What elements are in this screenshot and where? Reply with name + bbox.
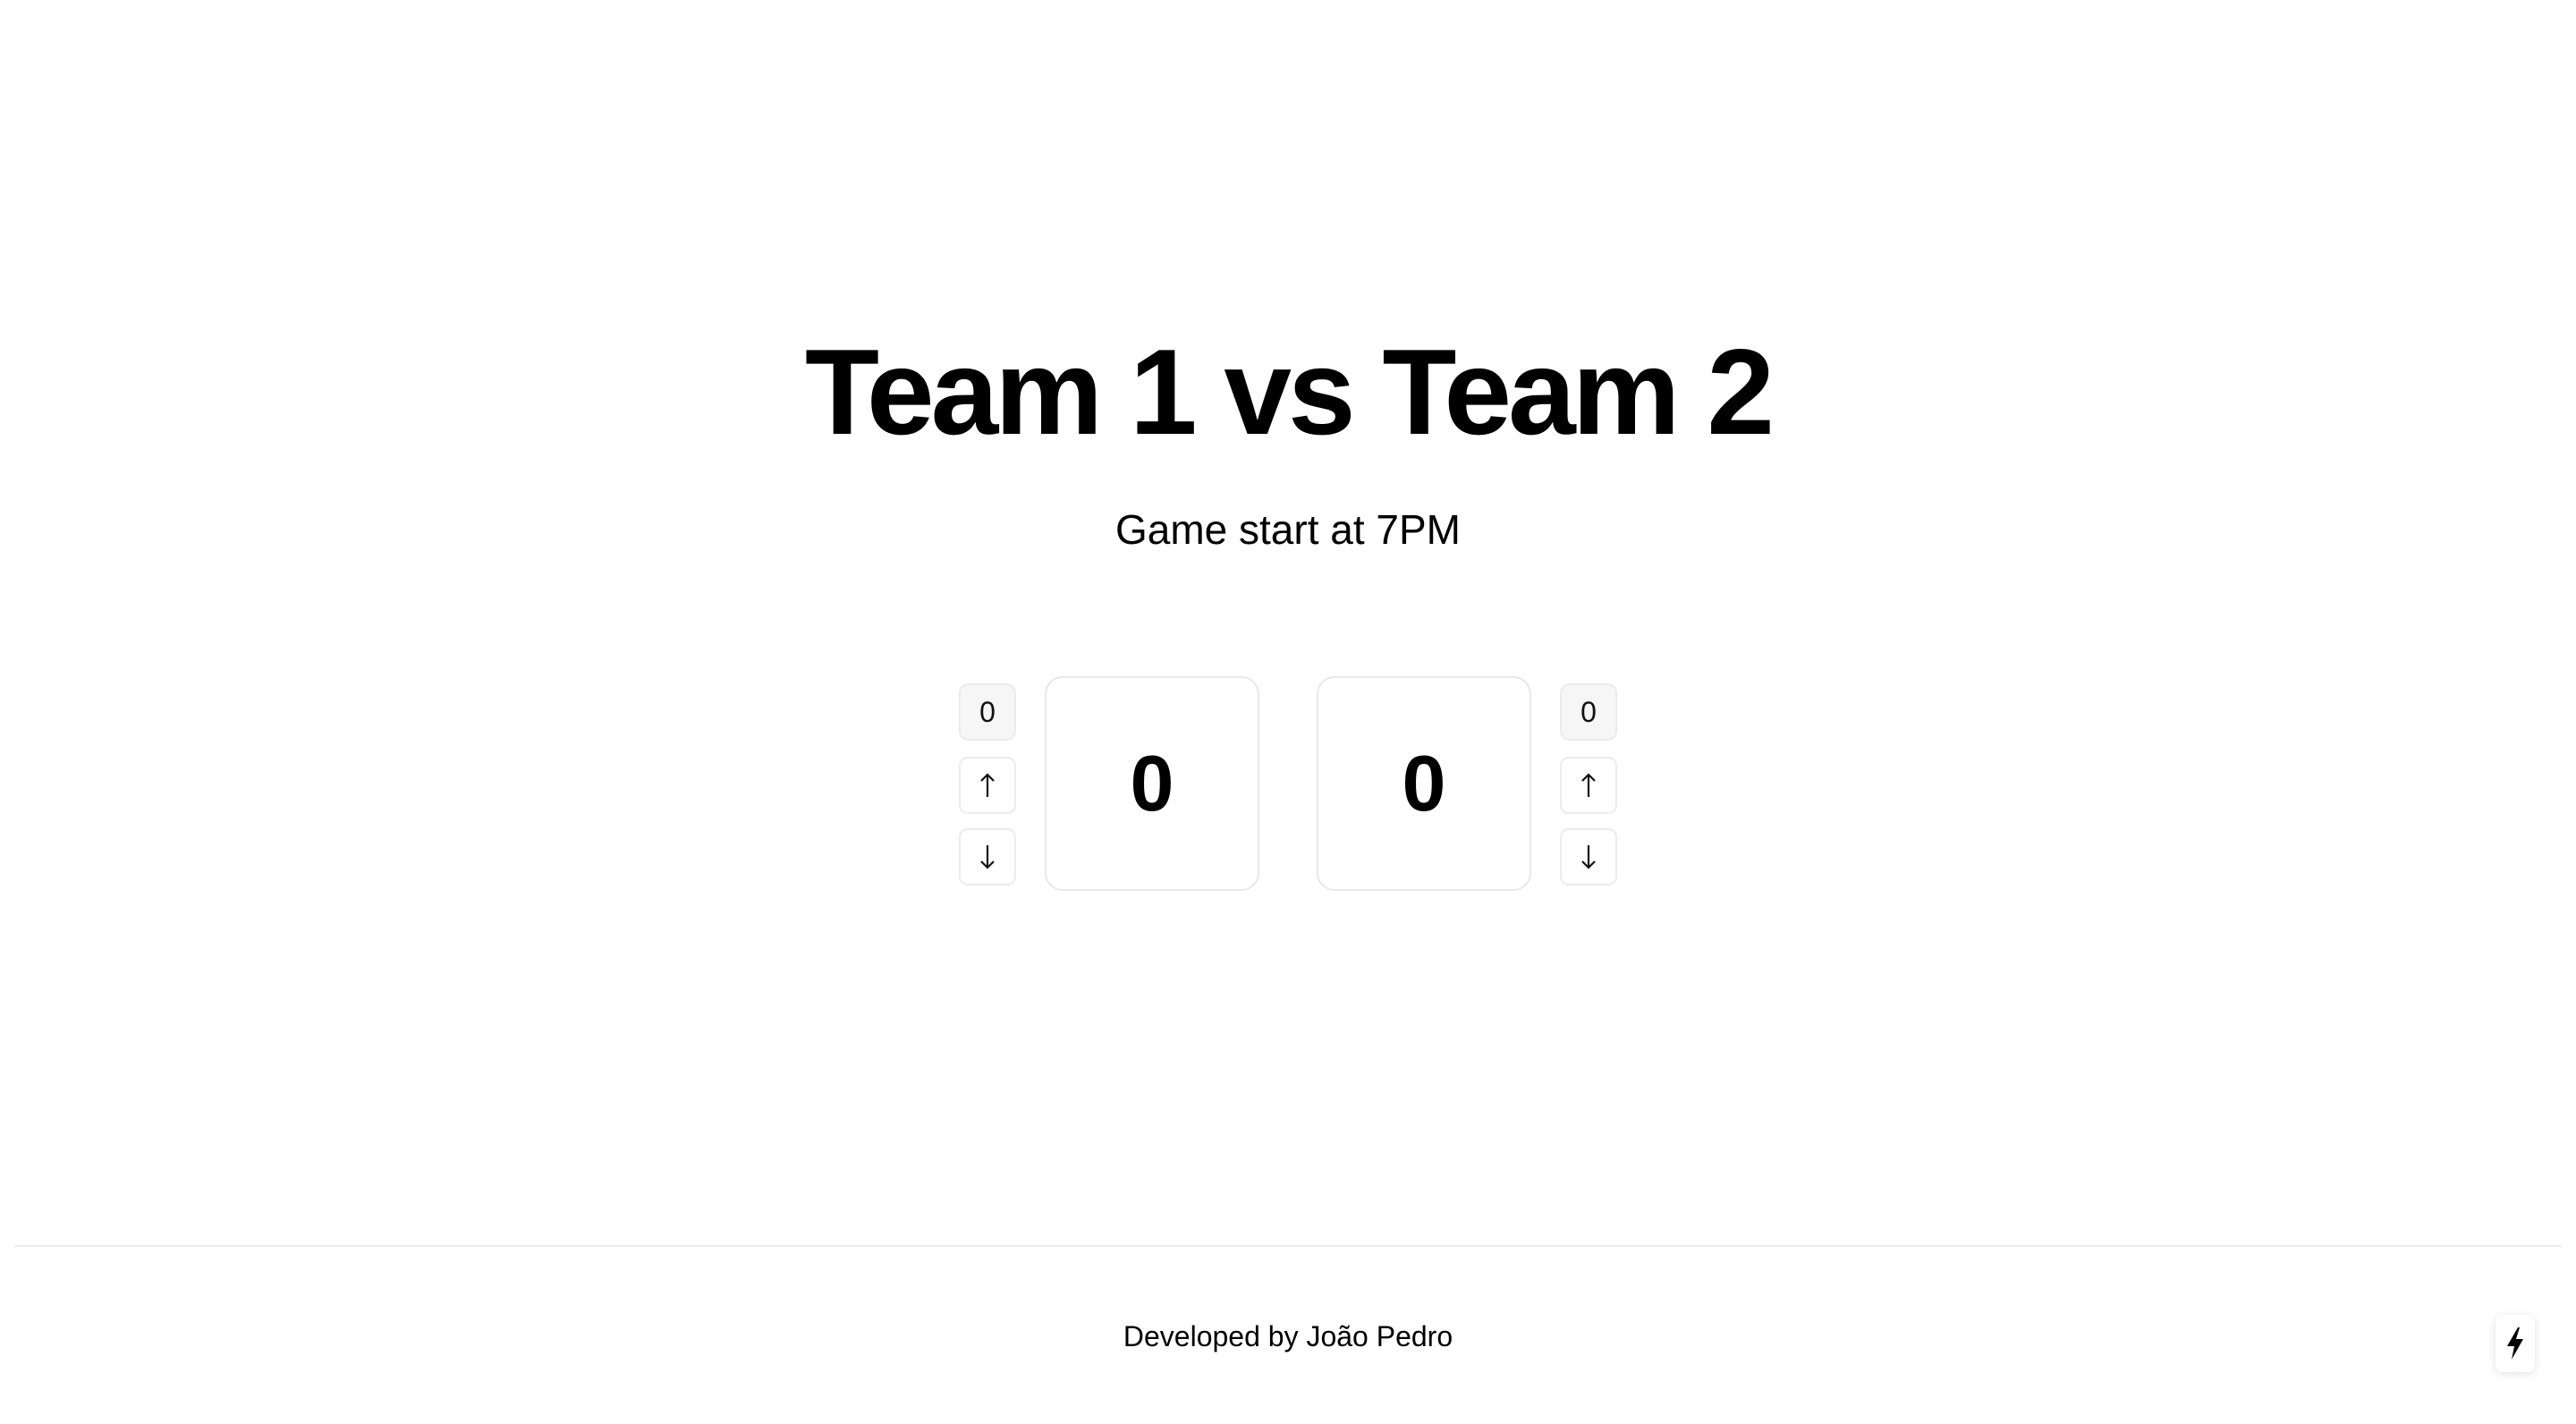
team2-score: 0 bbox=[1317, 676, 1531, 891]
footer-credit: Developed by João Pedro bbox=[1123, 1320, 1453, 1352]
arrow-up-icon bbox=[1581, 773, 1596, 797]
lightning-bolt-icon bbox=[2507, 1327, 2523, 1360]
team2-decrement-button[interactable] bbox=[1560, 828, 1617, 886]
team2-increment-button[interactable] bbox=[1560, 757, 1617, 814]
game-start-subtitle: Game start at 7PM bbox=[1114, 506, 1461, 553]
scoreboard: 0 0 0 0 bbox=[959, 676, 1617, 891]
arrow-up-icon bbox=[980, 773, 995, 797]
team1-increment-button[interactable] bbox=[959, 757, 1016, 814]
team2-controls: 0 bbox=[1560, 683, 1617, 891]
team2-counter-value: 0 bbox=[1560, 683, 1617, 741]
arrow-down-icon bbox=[980, 845, 995, 869]
team1-counter-value: 0 bbox=[959, 683, 1016, 741]
arrow-down-icon bbox=[1581, 845, 1596, 869]
page-title: Team 1 vs Team 2 bbox=[804, 324, 1775, 460]
team1-score: 0 bbox=[1045, 676, 1259, 891]
dev-indicator-button[interactable] bbox=[2496, 1315, 2535, 1372]
page: Team 1 vs Team 2 Game start at 7PM 0 0 0… bbox=[0, 0, 2576, 1424]
team1-controls: 0 bbox=[959, 683, 1016, 891]
team1-decrement-button[interactable] bbox=[959, 828, 1016, 886]
footer-divider bbox=[14, 1245, 2562, 1247]
